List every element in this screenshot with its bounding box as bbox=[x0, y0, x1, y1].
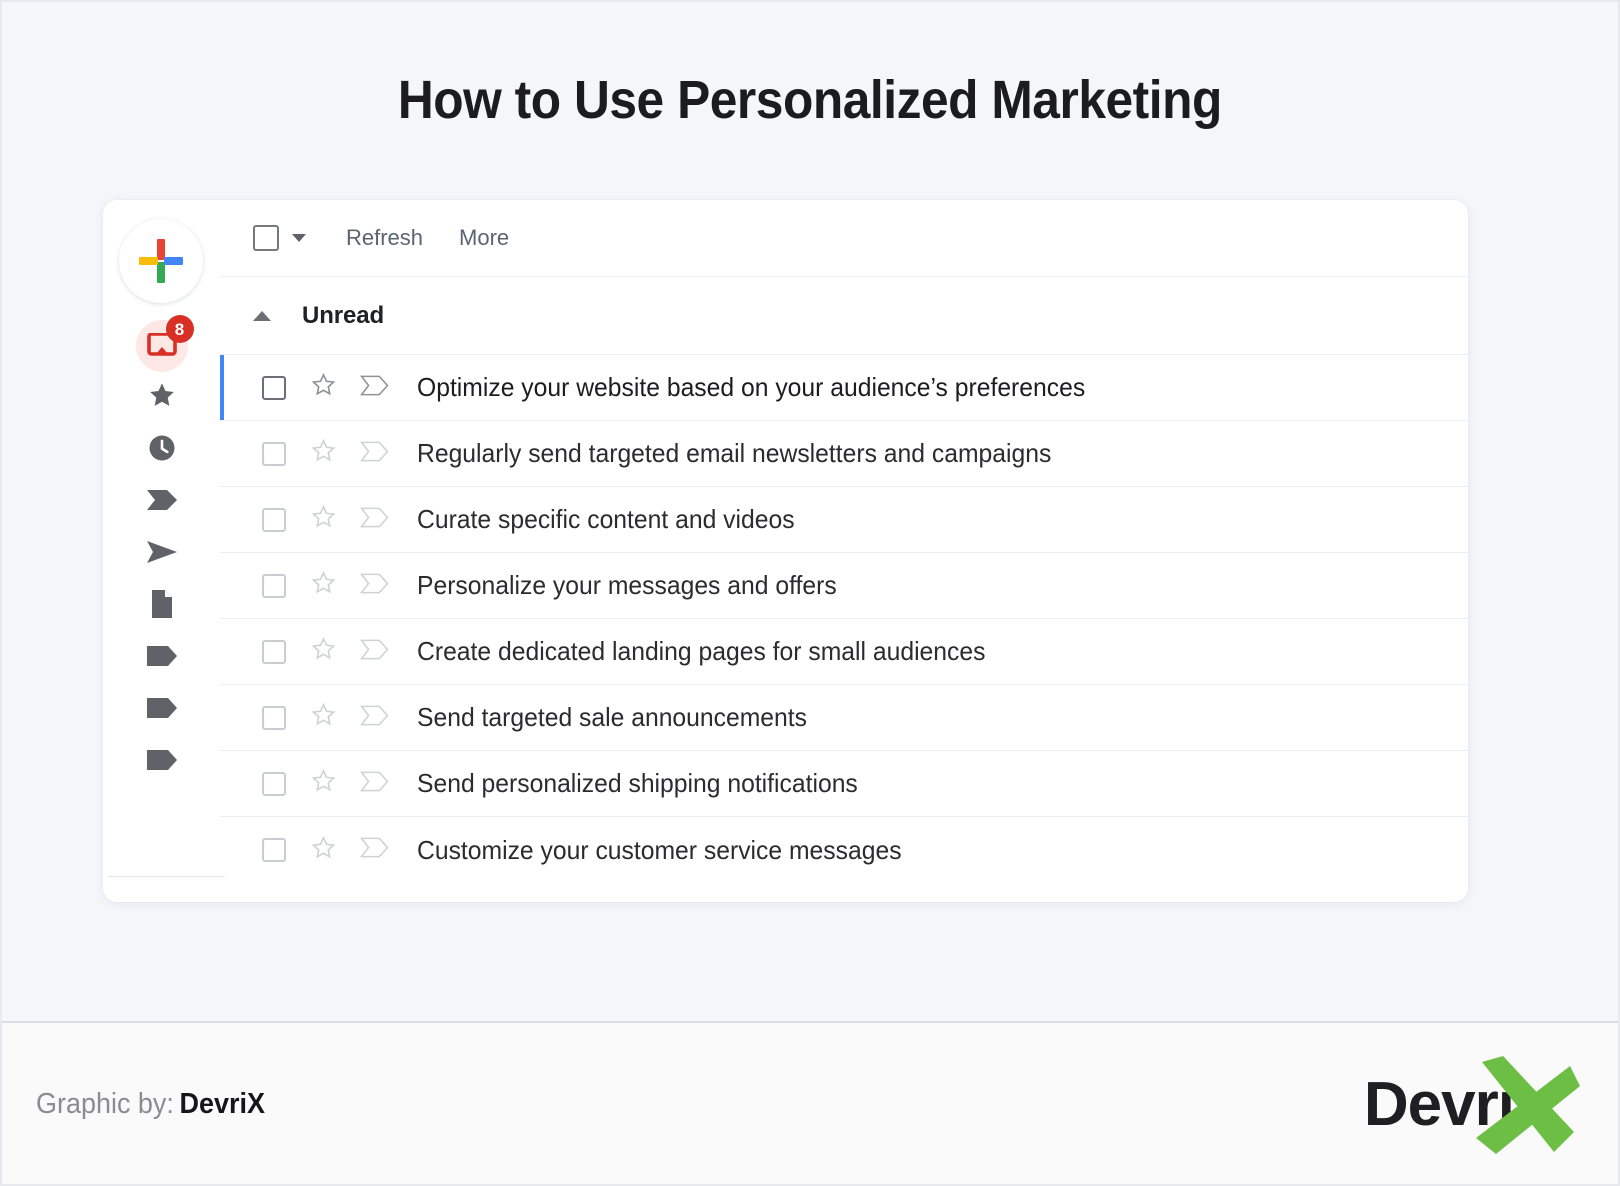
label-chevron-icon[interactable] bbox=[359, 573, 389, 599]
mail-list-column: Refresh More Unread Optimize your websit… bbox=[220, 200, 1468, 902]
refresh-button[interactable]: Refresh bbox=[346, 225, 423, 251]
table-row[interactable]: Send targeted sale announcements bbox=[220, 685, 1468, 751]
table-row[interactable]: Regularly send targeted email newsletter… bbox=[220, 421, 1468, 487]
logo-x-mark bbox=[1476, 1055, 1580, 1154]
row-checkbox[interactable] bbox=[262, 375, 286, 400]
label-chevron-icon[interactable] bbox=[359, 771, 389, 797]
page-border-top bbox=[0, 0, 1620, 2]
send-icon bbox=[146, 540, 178, 569]
star-icon bbox=[147, 381, 177, 415]
inbox-icon: 8 bbox=[135, 315, 194, 372]
sidebar-item-inbox[interactable]: 8 bbox=[103, 315, 220, 372]
more-button[interactable]: More bbox=[459, 225, 509, 251]
sidebar-divider bbox=[108, 876, 225, 877]
message-subject: Send personalized shipping notifications bbox=[417, 768, 858, 798]
title-area: How to Use Personalized Marketing bbox=[0, 0, 1620, 200]
mail-sidebar: 8 bbox=[103, 200, 225, 902]
message-subject: Regularly send targeted email newsletter… bbox=[417, 438, 1052, 468]
label-chevron-icon[interactable] bbox=[359, 705, 389, 731]
sidebar-item-category-2[interactable] bbox=[103, 684, 220, 736]
label-chevron-icon[interactable] bbox=[359, 375, 389, 401]
row-checkbox[interactable] bbox=[262, 838, 286, 862]
chevron-up-icon[interactable] bbox=[253, 310, 271, 321]
infographic-page: How to Use Personalized Marketing 8 Refr… bbox=[0, 0, 1620, 1186]
credit-line: Graphic by: DevriX bbox=[36, 1088, 265, 1121]
section-label: Unread bbox=[302, 301, 385, 329]
star-icon[interactable] bbox=[310, 504, 337, 535]
select-all-checkbox[interactable] bbox=[253, 225, 279, 251]
message-subject: Personalize your messages and offers bbox=[417, 570, 837, 600]
star-icon[interactable] bbox=[310, 438, 337, 469]
star-icon[interactable] bbox=[310, 570, 337, 601]
star-icon[interactable] bbox=[310, 702, 337, 733]
mail-toolbar: Refresh More bbox=[220, 200, 1468, 277]
star-icon[interactable] bbox=[310, 372, 337, 403]
table-row[interactable]: Optimize your website based on your audi… bbox=[220, 355, 1468, 421]
star-icon[interactable] bbox=[310, 835, 337, 866]
message-subject: Customize your customer service messages bbox=[417, 834, 902, 865]
star-icon[interactable] bbox=[310, 768, 337, 799]
table-row[interactable]: Send personalized shipping notifications bbox=[220, 751, 1468, 817]
row-checkbox[interactable] bbox=[262, 705, 286, 730]
row-checkbox[interactable] bbox=[262, 771, 286, 796]
mail-app-card: 8 Refresh More Unread Optimize your webs… bbox=[103, 200, 1468, 902]
sidebar-item-snoozed[interactable] bbox=[103, 424, 220, 476]
label-chevron-icon[interactable] bbox=[359, 441, 389, 467]
tag-icon bbox=[146, 697, 178, 724]
message-subject: Optimize your website based on your audi… bbox=[417, 372, 1086, 402]
sidebar-icon-list: 8 bbox=[103, 315, 220, 788]
sidebar-item-important[interactable] bbox=[103, 476, 220, 528]
tag-icon bbox=[146, 645, 178, 672]
message-subject: Send targeted sale announcements bbox=[417, 702, 807, 732]
sidebar-item-category-1[interactable] bbox=[103, 632, 220, 684]
row-checkbox[interactable] bbox=[262, 639, 286, 664]
sidebar-item-category-3[interactable] bbox=[103, 736, 220, 788]
table-row[interactable]: Curate specific content and videos bbox=[220, 487, 1468, 553]
unread-section-header[interactable]: Unread bbox=[220, 277, 1468, 355]
label-chevron-icon bbox=[146, 489, 178, 516]
page-title: How to Use Personalized Marketing bbox=[397, 70, 1223, 130]
sidebar-item-drafts[interactable] bbox=[103, 580, 220, 632]
label-chevron-icon[interactable] bbox=[359, 837, 389, 863]
table-row[interactable]: Customize your customer service messages bbox=[220, 817, 1468, 883]
sidebar-item-sent[interactable] bbox=[103, 528, 220, 580]
google-plus-icon bbox=[139, 239, 183, 283]
draft-icon bbox=[150, 589, 174, 624]
body-area: 8 Refresh More Unread Optimize your webs… bbox=[0, 200, 1620, 1021]
row-checkbox[interactable] bbox=[262, 573, 286, 598]
compose-button[interactable] bbox=[119, 219, 203, 303]
clock-icon bbox=[147, 433, 177, 468]
star-icon[interactable] bbox=[310, 636, 337, 667]
message-subject: Create dedicated landing pages for small… bbox=[417, 636, 986, 666]
credit-brand: DevriX bbox=[179, 1088, 265, 1120]
table-row[interactable]: Personalize your messages and offers bbox=[220, 553, 1468, 619]
credit-prefix: Graphic by: bbox=[36, 1088, 174, 1120]
chevron-down-icon[interactable] bbox=[292, 234, 306, 242]
inbox-badge: 8 bbox=[165, 315, 194, 343]
label-chevron-icon[interactable] bbox=[359, 507, 389, 533]
row-checkbox[interactable] bbox=[262, 441, 286, 466]
sidebar-item-starred[interactable] bbox=[103, 372, 220, 424]
message-subject: Curate specific content and videos bbox=[417, 504, 795, 534]
footer-bar: Graphic by: DevriX Devri bbox=[0, 1021, 1620, 1186]
label-chevron-icon[interactable] bbox=[359, 639, 389, 665]
tag-icon bbox=[146, 749, 178, 776]
message-list: Optimize your website based on your audi… bbox=[220, 355, 1468, 902]
devrix-logo: Devri bbox=[1304, 1050, 1584, 1160]
table-row[interactable]: Create dedicated landing pages for small… bbox=[220, 619, 1468, 685]
row-checkbox[interactable] bbox=[262, 507, 286, 532]
